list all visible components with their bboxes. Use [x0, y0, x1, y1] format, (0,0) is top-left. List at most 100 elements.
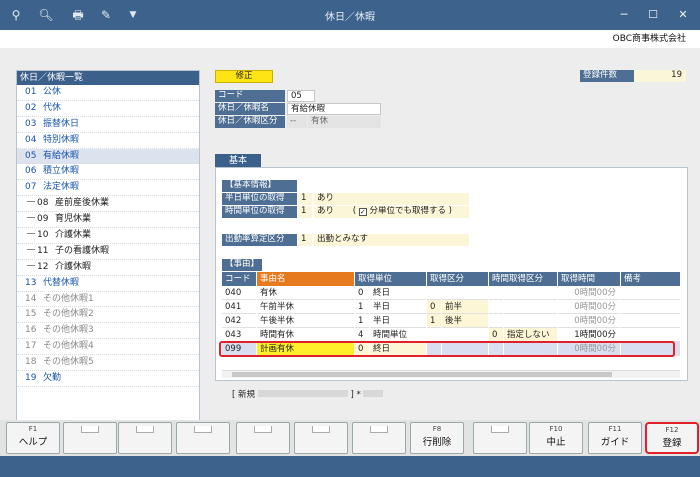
table-row[interactable]: 099 計画有休 0 終日 0時間00分	[219, 341, 680, 357]
fkey-f8-button[interactable]: F8 行削除	[410, 422, 464, 454]
fkey-label: ガイド	[600, 437, 630, 448]
list-item[interactable]: 14 その他休暇1	[17, 292, 199, 308]
reasons-header: 【事由】	[222, 259, 262, 271]
name-input[interactable]: 有給休暇	[287, 103, 381, 115]
fkey-blank-button[interactable]	[236, 422, 290, 454]
half-day-code[interactable]: 1	[298, 193, 312, 205]
cell-unit: 半日	[370, 314, 426, 328]
table-row[interactable]: 040 有休 0 終日 0時間00分	[222, 286, 680, 300]
status-bar	[0, 456, 700, 477]
list-item-name: 産前産後休業	[55, 198, 110, 209]
dropdown-arrow-icon[interactable]: ▼	[125, 7, 141, 23]
list-item-name: その他休暇3	[43, 325, 94, 336]
fkey-number: F1	[28, 425, 38, 433]
list-item-name: その他休暇5	[43, 357, 94, 368]
search-plus-icon[interactable]: ⚲	[8, 7, 24, 23]
list-item-name: その他休暇4	[43, 341, 94, 352]
table-row[interactable]: 042 午後半休 1 半日 1 後半 0時間00分	[222, 314, 680, 328]
fkey-f1-button[interactable]: F1 ヘルプ	[6, 422, 60, 454]
list-item[interactable]: 17 その他休暇4	[17, 339, 199, 356]
cell-div	[442, 286, 488, 300]
magnifier-icon[interactable]: 🔍︎	[38, 7, 54, 23]
tab-basic[interactable]: 基本	[215, 154, 261, 168]
fkey-label: ヘルプ	[18, 437, 48, 448]
fkey-blank-button[interactable]	[63, 422, 117, 454]
col-time: 取得時間	[558, 272, 620, 286]
list-item-code: 10	[37, 230, 49, 241]
list-item[interactable]: 18 その他休暇5	[17, 355, 199, 372]
cell-unit: 時間単位	[370, 328, 426, 342]
list-item[interactable]: 06 積立休暇	[17, 164, 199, 181]
list-item-code: 09	[37, 214, 49, 225]
holiday-list-panel: 休日／休暇一覧 01 公休 02 代休 03 振替休日 04 特別休暇 05 有給休暇 06 積立休暇…	[16, 70, 200, 438]
code-input[interactable]: 05	[287, 90, 315, 102]
fkey-blank-button[interactable]	[473, 422, 527, 454]
close-icon[interactable]: ✕	[675, 8, 691, 21]
fkey-blank-button[interactable]	[294, 422, 348, 454]
fkey-label: 中止	[546, 437, 566, 448]
tools-icon[interactable]: ✎	[98, 7, 114, 23]
category-value: 有休	[308, 116, 381, 128]
fkey-number: F8	[432, 425, 442, 433]
minimize-icon[interactable]: ─	[616, 8, 632, 21]
hourly-code[interactable]: 1	[298, 206, 312, 218]
status-blurred	[257, 390, 348, 397]
fkey-blank-button[interactable]	[176, 422, 230, 454]
fkey-f12-button[interactable]: F12 登録	[645, 422, 699, 454]
table-row[interactable]: 043 時間有休 4 時間単位 0 指定しない 1時間00分	[222, 328, 680, 342]
holiday-list-header: 休日／休暇一覧	[17, 71, 199, 85]
list-item-code: 17	[25, 341, 37, 352]
list-item[interactable]: 10 介護休業	[17, 228, 199, 244]
fkey-blank-icon	[136, 426, 154, 433]
list-item-name: 欠勤	[43, 373, 62, 384]
cell-unit: 半日	[370, 300, 426, 314]
list-item-name: その他休暇2	[43, 309, 94, 320]
col-name: 事由名	[257, 272, 354, 286]
cell-div-code	[427, 286, 441, 300]
maximize-icon[interactable]: ☐	[645, 8, 661, 21]
list-item[interactable]: 11 子の看護休暇	[17, 244, 199, 260]
record-count-value: 19	[634, 70, 686, 82]
scrollbar-thumb[interactable]	[232, 372, 612, 377]
list-item[interactable]: 19 欠勤	[17, 371, 199, 387]
cell-tdiv-code	[489, 300, 503, 314]
list-item[interactable]: 16 その他休暇3	[17, 323, 199, 340]
list-item[interactable]: 13 代替休暇	[17, 276, 199, 292]
list-item-code: 16	[25, 325, 37, 336]
list-item[interactable]: 07 法定休暇	[17, 180, 199, 197]
list-item[interactable]: 01 公休	[17, 85, 199, 101]
cell-tdiv-code	[489, 314, 503, 328]
list-item-code: 12	[37, 261, 49, 272]
cell-time: 0時間00分	[558, 300, 620, 314]
list-item[interactable]: 03 振替休日	[17, 117, 199, 133]
fkey-number: F11	[608, 425, 622, 433]
list-item[interactable]: 05 有給休暇	[17, 148, 199, 165]
fkey-f11-button[interactable]: F11 ガイド	[588, 422, 642, 454]
fkey-blank-icon	[491, 426, 509, 433]
cell-tdiv-code	[489, 286, 503, 300]
list-item[interactable]: 15 その他休暇2	[17, 307, 199, 324]
list-item[interactable]: 12 介護休暇	[17, 260, 199, 276]
record-count-label: 登録件数	[580, 70, 634, 82]
basic-info-header: 【基本情報】	[222, 180, 297, 192]
title-bar: ⚲ 🔍︎ 🖶︎ ✎ ▼ 休日／休暇 ─ ☐ ✕	[0, 0, 700, 30]
minute-checkbox[interactable]: ✓	[358, 208, 367, 216]
attendance-code[interactable]: 1	[298, 234, 312, 246]
list-item-code: 06	[25, 166, 37, 177]
list-item[interactable]: 08 産前産後休業	[17, 196, 199, 213]
list-item-name: 子の看護休暇	[55, 245, 110, 256]
printer-icon[interactable]: 🖶︎	[70, 7, 86, 23]
fkey-number: F12	[665, 426, 679, 434]
fkey-blank-button[interactable]	[352, 422, 406, 454]
horizontal-scrollbar[interactable]	[222, 370, 680, 378]
mode-badge: 修正	[215, 70, 273, 83]
table-row[interactable]: 041 午前半休 1 半日 0 前半 0時間00分	[222, 300, 680, 314]
list-item[interactable]: 09 育児休業	[17, 212, 199, 229]
list-item[interactable]: 04 特別休暇	[17, 133, 199, 149]
list-item-code: 13	[25, 277, 37, 288]
list-item-code: 07	[25, 182, 37, 193]
fkey-blank-button[interactable]	[118, 422, 172, 454]
fkey-f10-button[interactable]: F10 中止	[529, 422, 583, 454]
list-item-name: 公休	[43, 87, 62, 97]
list-item[interactable]: 02 代休	[17, 101, 199, 117]
